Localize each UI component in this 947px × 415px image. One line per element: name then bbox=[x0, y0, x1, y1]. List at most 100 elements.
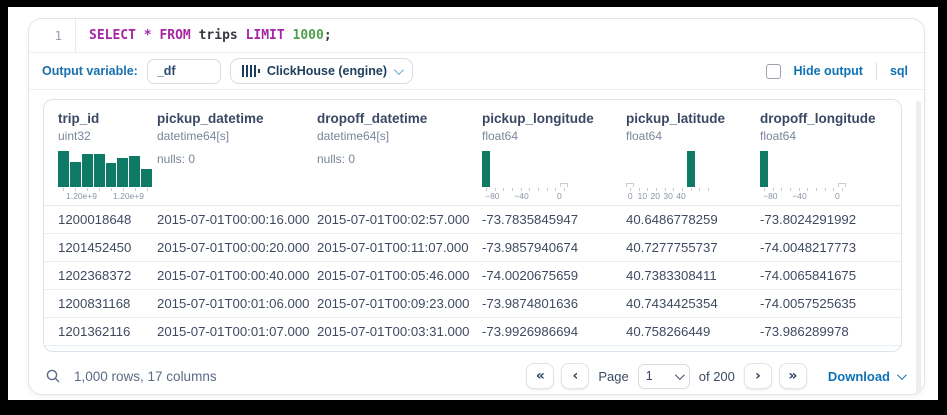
code-token: ; bbox=[324, 28, 332, 43]
table-cell[interactable]: -74.0065841675 bbox=[760, 268, 901, 283]
page-number-select[interactable]: 1 bbox=[638, 364, 690, 389]
histogram-axis-label: 10 bbox=[638, 191, 647, 201]
histogram-bar bbox=[82, 154, 93, 187]
table-cell[interactable]: 40.6486778259 bbox=[626, 212, 760, 227]
column-header-pickup_latitude[interactable]: pickup_latitudefloat64010203040 bbox=[626, 110, 760, 201]
hide-output-checkbox[interactable] bbox=[766, 64, 781, 79]
column-header-dropoff_longitude[interactable]: dropoff_longitudefloat64−80−400 bbox=[760, 110, 901, 201]
column-histogram: −80−400 bbox=[760, 151, 846, 201]
hide-output-label[interactable]: Hide output bbox=[794, 64, 863, 78]
column-nulls-count: nulls: 0 bbox=[157, 152, 307, 166]
first-page-button[interactable]: « bbox=[526, 363, 554, 389]
table-row[interactable]: 12008311682015-07-01T00:01:06.0002015-07… bbox=[44, 290, 901, 318]
column-header-pickup_longitude[interactable]: pickup_longitudefloat64−80−400 bbox=[482, 110, 626, 201]
histogram-axis-label: −80 bbox=[485, 191, 499, 201]
code-token bbox=[136, 28, 144, 43]
column-name: pickup_latitude bbox=[626, 110, 750, 127]
column-header-dropoff_datetime[interactable]: dropoff_datetimedatetime64[s] nulls: 0 bbox=[317, 110, 482, 201]
language-badge[interactable]: sql bbox=[890, 64, 908, 78]
table-cell[interactable]: -74.0020675659 bbox=[482, 268, 626, 283]
table-cell[interactable]: 2015-07-01T00:02:57.000 bbox=[317, 212, 482, 227]
table-row[interactable]: 12014524502015-07-01T00:00:20.0002015-07… bbox=[44, 234, 901, 262]
table-cell[interactable]: 2015-07-01T00:00:16.000 bbox=[157, 212, 317, 227]
table-cell[interactable]: 2015-07-01T00:05:46.000 bbox=[317, 268, 482, 283]
column-histogram: 010203040 bbox=[626, 151, 712, 201]
column-header-trip_id[interactable]: trip_iduint321.20e+91.20e+9 bbox=[58, 110, 157, 201]
histogram-axis-label: −40 bbox=[792, 191, 806, 201]
table-cell[interactable]: 40.7277755737 bbox=[626, 240, 760, 255]
column-histogram: −80−400 bbox=[482, 151, 568, 201]
output-scrollbar[interactable] bbox=[916, 101, 921, 395]
column-dtype: datetime64[s] bbox=[157, 128, 307, 144]
table-cell[interactable]: 40.7383308411 bbox=[626, 268, 760, 283]
histogram-axis-label: 0 bbox=[628, 191, 633, 201]
table-cell[interactable]: 1201362116 bbox=[58, 324, 157, 339]
histogram-axis-label: 0 bbox=[835, 191, 840, 201]
table-cell[interactable]: -73.9926986694 bbox=[482, 324, 626, 339]
table-cell[interactable]: 2015-07-01T00:00:20.000 bbox=[157, 240, 317, 255]
dataframe-table: trip_iduint321.20e+91.20e+9pickup_dateti… bbox=[43, 99, 902, 352]
column-name: pickup_datetime bbox=[157, 110, 307, 127]
line-number: 1 bbox=[29, 19, 76, 52]
column-histogram: 1.20e+91.20e+9 bbox=[58, 151, 152, 201]
code-token: FROM bbox=[159, 28, 190, 43]
histogram-axis-label: 40 bbox=[676, 191, 685, 201]
table-cell[interactable]: 2015-07-01T00:01:06.000 bbox=[157, 296, 317, 311]
prev-page-button[interactable]: ‹ bbox=[561, 363, 589, 389]
column-dtype: float64 bbox=[626, 128, 750, 144]
histogram-axis-label: 0 bbox=[557, 191, 562, 201]
sql-cell-card: 1 SELECT * FROM trips LIMIT 1000; Output… bbox=[28, 18, 925, 395]
table-cell[interactable]: 2015-07-01T00:09:23.000 bbox=[317, 296, 482, 311]
table-cell[interactable]: 2015-07-01T00:01:07.000 bbox=[157, 324, 317, 339]
histogram-bar bbox=[94, 154, 105, 187]
table-cell[interactable]: 40.758266449 bbox=[626, 324, 760, 339]
code-token bbox=[285, 28, 293, 43]
table-cell[interactable]: -74.0057525635 bbox=[760, 296, 901, 311]
table-row[interactable]: 12023683722015-07-01T00:00:40.0002015-07… bbox=[44, 262, 901, 290]
histogram-bar bbox=[106, 163, 117, 187]
histogram-bar bbox=[482, 151, 490, 187]
table-cell[interactable]: 1201452450 bbox=[58, 240, 157, 255]
column-name: pickup_longitude bbox=[482, 110, 616, 127]
table-cell[interactable]: 40.7434425354 bbox=[626, 296, 760, 311]
next-page-button[interactable]: › bbox=[744, 363, 772, 389]
sql-code-line[interactable]: SELECT * FROM trips LIMIT 1000; bbox=[76, 19, 332, 52]
last-page-button[interactable]: » bbox=[779, 363, 807, 389]
table-cell[interactable]: 2015-07-01T00:03:31.000 bbox=[317, 324, 482, 339]
search-icon[interactable] bbox=[45, 368, 61, 384]
engine-selector[interactable]: ClickHouse (engine) bbox=[230, 58, 413, 84]
engine-label: ClickHouse (engine) bbox=[267, 64, 387, 78]
download-button[interactable]: Download bbox=[828, 369, 904, 384]
table-cell[interactable]: -73.986289978 bbox=[760, 324, 901, 339]
column-header-pickup_datetime[interactable]: pickup_datetimedatetime64[s] nulls: 0 bbox=[157, 110, 317, 201]
table-row[interactable]: 12000186482015-07-01T00:00:16.0002015-07… bbox=[44, 206, 901, 234]
table-cell[interactable]: 1200831168 bbox=[58, 296, 157, 311]
table-cell[interactable]: -73.9857940674 bbox=[482, 240, 626, 255]
column-name: dropoff_longitude bbox=[760, 110, 891, 127]
histogram-bar bbox=[58, 151, 69, 187]
column-dtype: uint32 bbox=[58, 128, 147, 144]
histogram-bar bbox=[129, 156, 140, 187]
column-dtype: datetime64[s] bbox=[317, 128, 472, 144]
histogram-axis-label: 1.20e+9 bbox=[66, 191, 97, 201]
table-cell[interactable]: -73.7835845947 bbox=[482, 212, 626, 227]
table-cell[interactable]: 1200018648 bbox=[58, 212, 157, 227]
column-nulls-count: nulls: 0 bbox=[317, 152, 472, 166]
page-total-label: of 200 bbox=[699, 369, 735, 384]
column-dtype: float64 bbox=[760, 128, 891, 144]
page-label: Page bbox=[598, 369, 628, 384]
table-cell[interactable]: 2015-07-01T00:00:40.000 bbox=[157, 268, 317, 283]
table-cell[interactable]: -73.8024291992 bbox=[760, 212, 901, 227]
table-cell[interactable]: 2015-07-01T00:11:07.000 bbox=[317, 240, 482, 255]
table-row[interactable]: 12013621162015-07-01T00:01:07.0002015-07… bbox=[44, 318, 901, 346]
table-cell[interactable]: 1202368372 bbox=[58, 268, 157, 283]
table-header-row: trip_iduint321.20e+91.20e+9pickup_dateti… bbox=[44, 100, 901, 206]
output-variable-input[interactable] bbox=[147, 59, 221, 84]
clickhouse-logo-icon bbox=[242, 65, 260, 77]
table-cell[interactable]: -73.9874801636 bbox=[482, 296, 626, 311]
column-name: dropoff_datetime bbox=[317, 110, 472, 127]
sql-editor[interactable]: 1 SELECT * FROM trips LIMIT 1000; bbox=[29, 19, 924, 53]
table-cell[interactable]: -74.0048217773 bbox=[760, 240, 901, 255]
histogram-bar bbox=[117, 158, 128, 187]
output-variable-label: Output variable: bbox=[42, 64, 138, 78]
